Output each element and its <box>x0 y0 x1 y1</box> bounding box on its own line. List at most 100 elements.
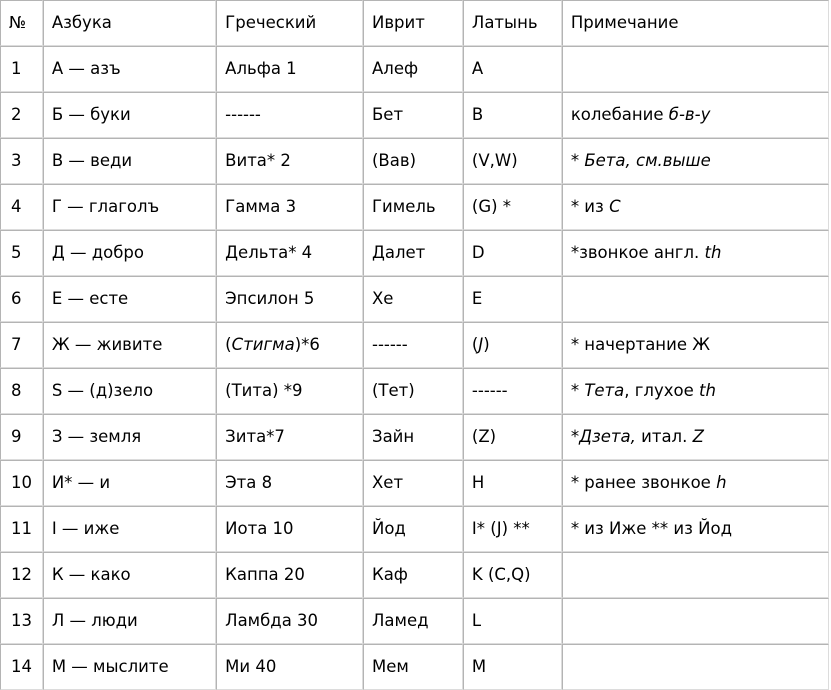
cell-latin: B <box>462 92 562 138</box>
cell-number: 5 <box>0 230 43 276</box>
column-header-number: № <box>0 0 43 46</box>
cell-azbuka: Л — люди <box>42 598 217 644</box>
cell-number: 10 <box>0 460 43 506</box>
cell-greek: Эпсилон 5 <box>216 276 363 322</box>
cell-azbuka: М — мыслите <box>42 644 217 690</box>
cell-greek: (Стигма)*6 <box>216 322 363 368</box>
cell-azbuka: Ж — живите <box>42 322 217 368</box>
table-row: 2Б — буки ------ Бет Bколебание б-в-у <box>0 92 829 138</box>
cell-note <box>561 276 829 322</box>
cell-note: * из Иже ** из Йод <box>561 506 829 552</box>
alphabet-correspondence-table: № Азбука Греческий Иврит Латынь Примечан… <box>0 0 829 690</box>
cell-number: 11 <box>0 506 43 552</box>
column-header-note: Примечание <box>561 0 829 46</box>
cell-number: 3 <box>0 138 43 184</box>
cell-number: 13 <box>0 598 43 644</box>
cell-greek: Гамма 3 <box>216 184 363 230</box>
cell-latin: L <box>462 598 562 644</box>
cell-hebrew: Алеф <box>362 46 463 92</box>
cell-latin: (G) * <box>462 184 562 230</box>
cell-hebrew: Хе <box>362 276 463 322</box>
cell-latin: D <box>462 230 562 276</box>
cell-hebrew: Зайн <box>362 414 463 460</box>
cell-hebrew: (Вав) <box>362 138 463 184</box>
table-row: 7Ж — живите (Стигма)*6 ------ (J) * начертан… <box>0 322 829 368</box>
cell-number: 8 <box>0 368 43 414</box>
table-row: 5Д — добро Дельта* 4 Далет D *звонкое англ. … <box>0 230 829 276</box>
cell-hebrew: (Тет) <box>362 368 463 414</box>
cell-number: 1 <box>0 46 43 92</box>
cell-note: *звонкое англ. th <box>561 230 829 276</box>
cell-azbuka: К — како <box>42 552 217 598</box>
table-row: 8Ѕ — (д)зело (Тита) *9 (Тет) ------ * Тета, … <box>0 368 829 414</box>
cell-note <box>561 598 829 644</box>
cell-note: * из C <box>561 184 829 230</box>
cell-number: 6 <box>0 276 43 322</box>
cell-number: 4 <box>0 184 43 230</box>
cell-azbuka: Г — глаголъ <box>42 184 217 230</box>
cell-hebrew: Далет <box>362 230 463 276</box>
cell-greek: Альфа 1 <box>216 46 363 92</box>
cell-note: * начертание Ж <box>561 322 829 368</box>
cell-hebrew: Хет <box>362 460 463 506</box>
cell-azbuka: Е — есте <box>42 276 217 322</box>
column-header-hebrew: Иврит <box>362 0 463 46</box>
table-header-row: № Азбука Греческий Иврит Латынь Примечан… <box>0 0 829 46</box>
cell-azbuka: I — иже <box>42 506 217 552</box>
table-row: 6Е — есте Эпсилон 5 Хе E <box>0 276 829 322</box>
column-header-azbuka: Азбука <box>42 0 217 46</box>
table-row: 14 М — мыслите Ми 40 Мем M <box>0 644 829 690</box>
cell-latin: (Z) <box>462 414 562 460</box>
table-row: 10 И* — и Эта 8 Хет H * ранее звонкое h <box>0 460 829 506</box>
cell-azbuka: Д — добро <box>42 230 217 276</box>
cell-note <box>561 552 829 598</box>
cell-greek: Иота 10 <box>216 506 363 552</box>
cell-hebrew: Мем <box>362 644 463 690</box>
cell-latin: ------ <box>462 368 562 414</box>
cell-azbuka: А — азъ <box>42 46 217 92</box>
cell-azbuka: И* — и <box>42 460 217 506</box>
cell-greek: Зита*7 <box>216 414 363 460</box>
cell-latin: H <box>462 460 562 506</box>
cell-azbuka: В — веди <box>42 138 217 184</box>
cell-azbuka: Ѕ — (д)зело <box>42 368 217 414</box>
cell-note: * Бета, см.выше <box>561 138 829 184</box>
cell-note: * Тета, глухое th <box>561 368 829 414</box>
table-row: 3В — веди Вита* 2 (Вав) (V,W) * Бета, см.выш… <box>0 138 829 184</box>
column-header-greek: Греческий <box>216 0 363 46</box>
table-row: 11 I — иже Иота 10 Йод I* (J) ** * из Иже ** … <box>0 506 829 552</box>
table-row: 9З — земля Зита*7 Зайн (Z) *Дзета, итал. Z <box>0 414 829 460</box>
cell-latin: A <box>462 46 562 92</box>
cell-latin: (J) <box>462 322 562 368</box>
cell-latin: K (C,Q) <box>462 552 562 598</box>
cell-hebrew: Каф <box>362 552 463 598</box>
cell-latin: I* (J) ** <box>462 506 562 552</box>
cell-number: 12 <box>0 552 43 598</box>
table-row: 13 Л — люди Ламбда 30 Ламед L <box>0 598 829 644</box>
cell-hebrew: Ламед <box>362 598 463 644</box>
cell-greek: Ми 40 <box>216 644 363 690</box>
cell-greek: Ламбда 30 <box>216 598 363 644</box>
cell-latin: (V,W) <box>462 138 562 184</box>
cell-greek: Вита* 2 <box>216 138 363 184</box>
cell-hebrew: ------ <box>362 322 463 368</box>
cell-note: * ранее звонкое h <box>561 460 829 506</box>
cell-number: 9 <box>0 414 43 460</box>
cell-number: 2 <box>0 92 43 138</box>
cell-greek: Дельта* 4 <box>216 230 363 276</box>
cell-latin: E <box>462 276 562 322</box>
table-row: 12 К — како Каппа 20 Каф K (C,Q) <box>0 552 829 598</box>
cell-note: колебание б-в-у <box>561 92 829 138</box>
cell-number: 14 <box>0 644 43 690</box>
cell-azbuka: З — земля <box>42 414 217 460</box>
cell-azbuka: Б — буки <box>42 92 217 138</box>
table-row: 4Г — глаголъ Гамма 3 Гимель (G) * * из C <box>0 184 829 230</box>
cell-latin: M <box>462 644 562 690</box>
cell-greek: Эта 8 <box>216 460 363 506</box>
cell-note <box>561 46 829 92</box>
cell-greek: (Тита) *9 <box>216 368 363 414</box>
cell-hebrew: Бет <box>362 92 463 138</box>
cell-hebrew: Йод <box>362 506 463 552</box>
column-header-latin: Латынь <box>462 0 562 46</box>
table-header: № Азбука Греческий Иврит Латынь Примечан… <box>0 0 829 46</box>
